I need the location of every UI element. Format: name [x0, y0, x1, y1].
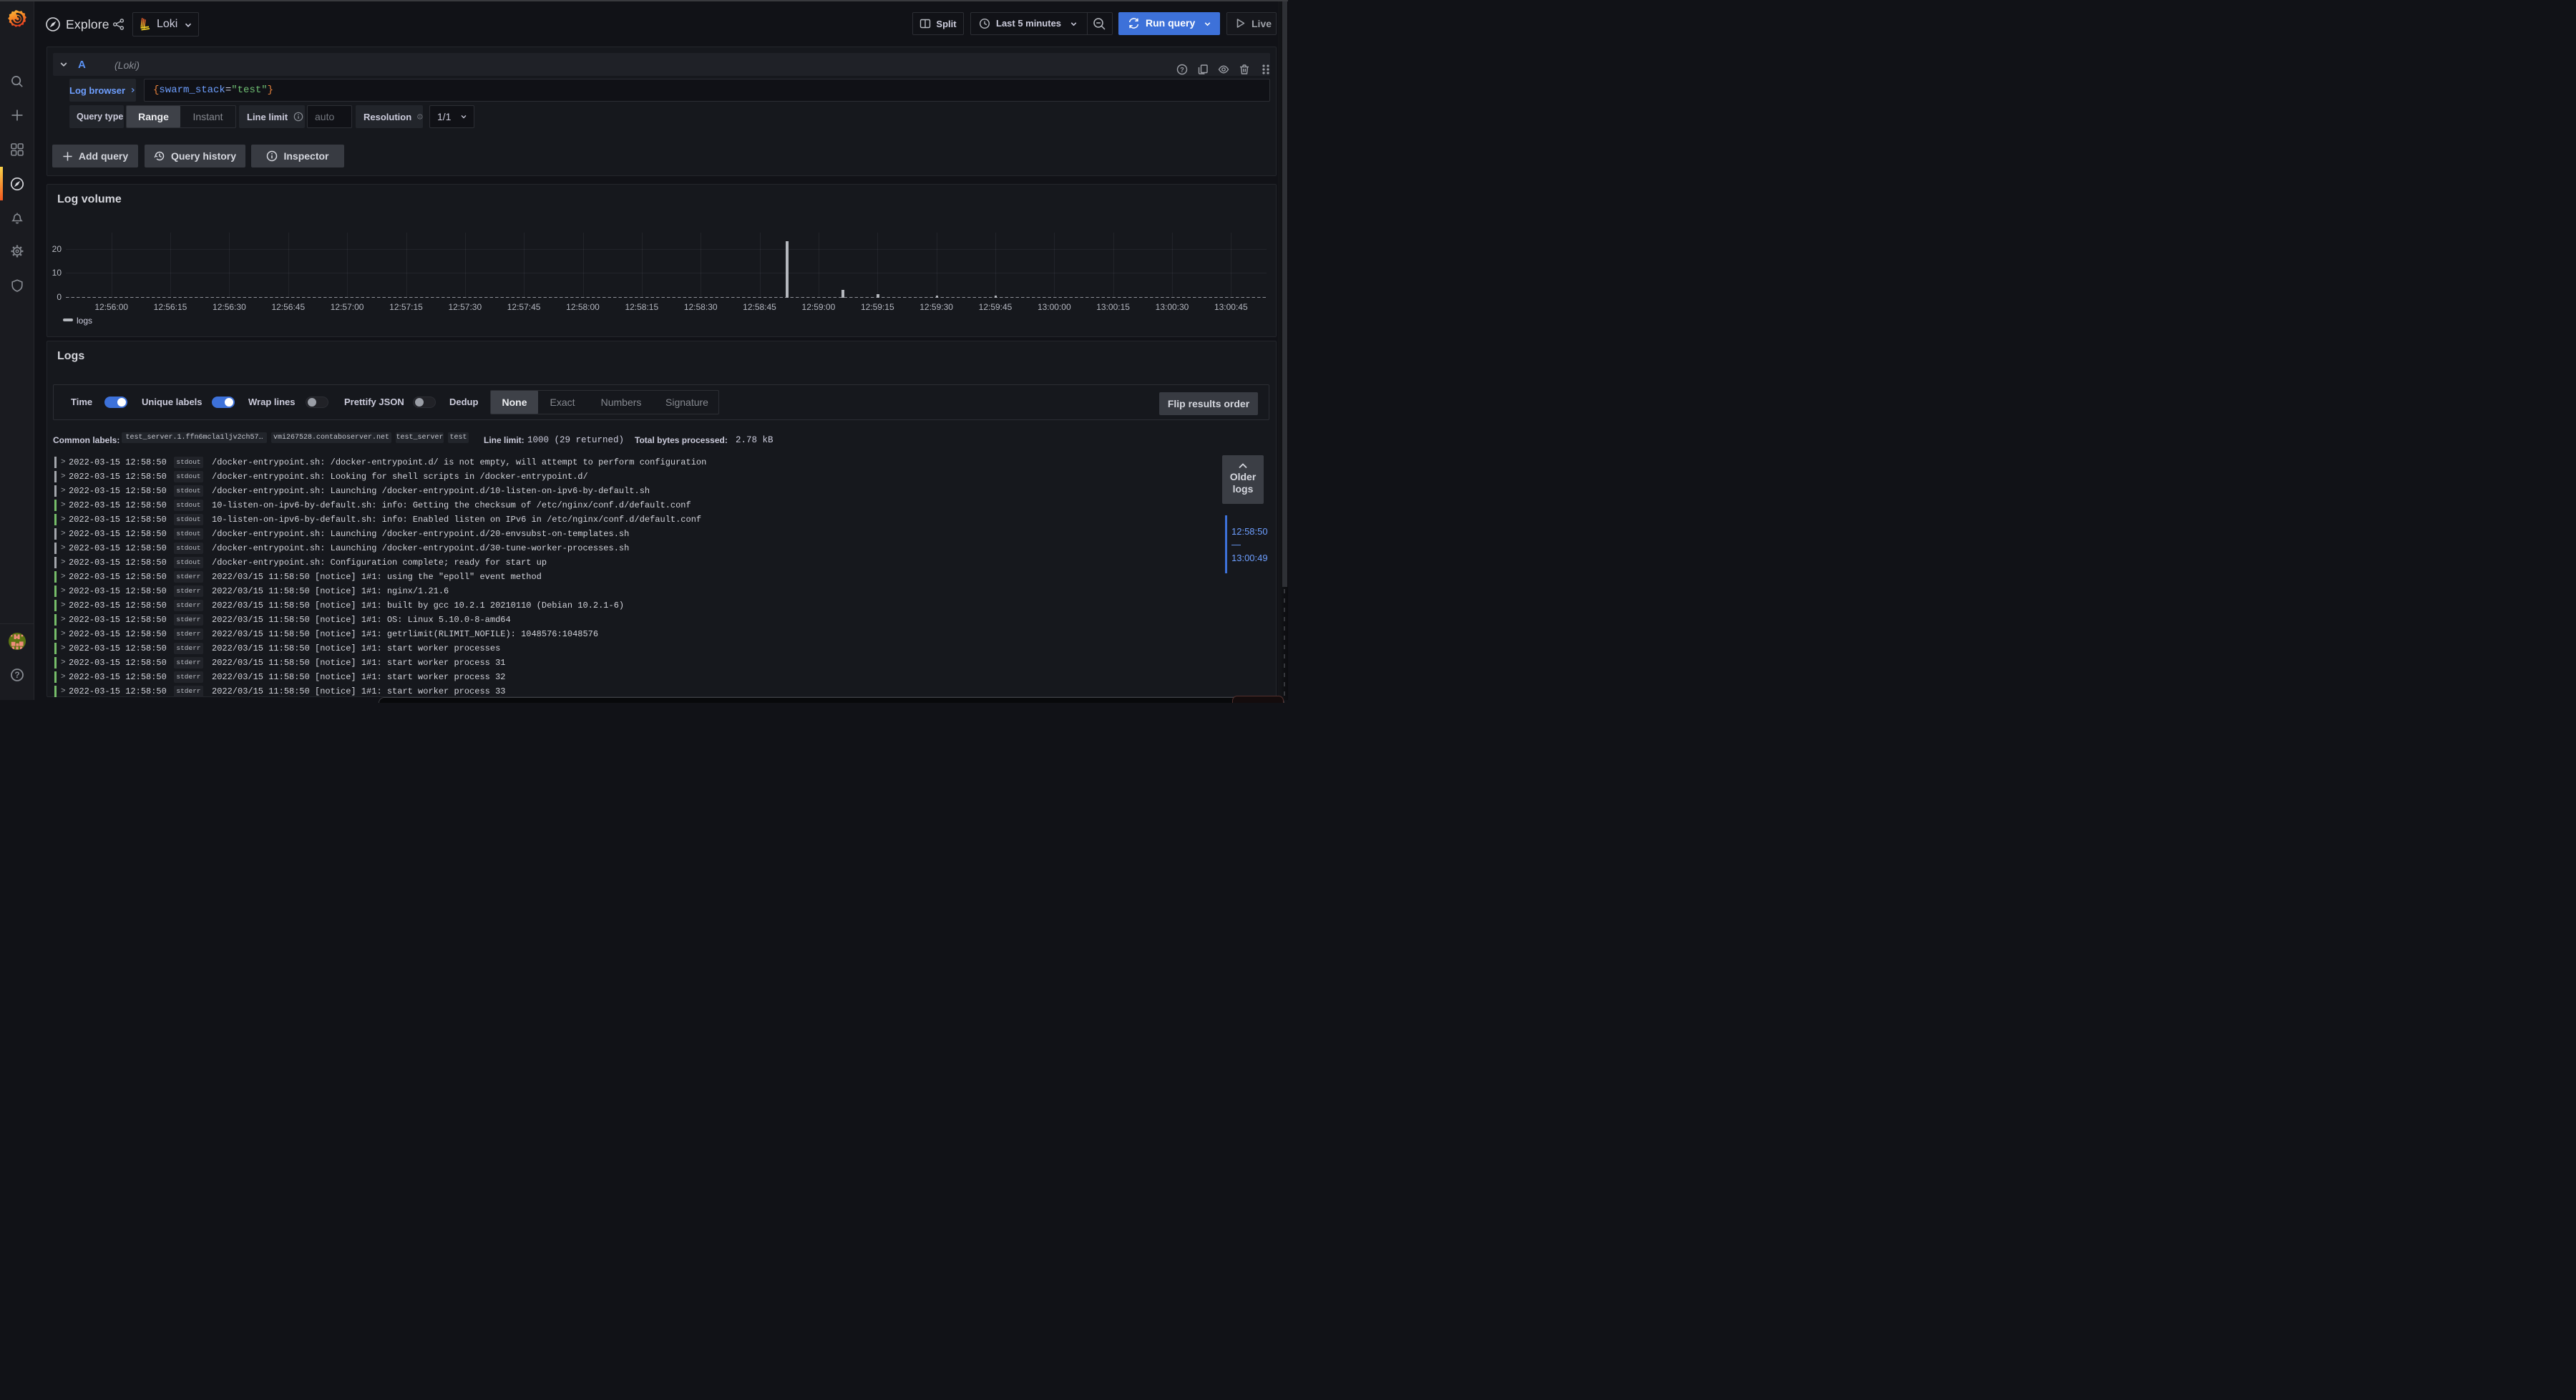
svg-text:?: ?: [14, 670, 19, 680]
svg-text:?: ?: [1180, 66, 1184, 73]
